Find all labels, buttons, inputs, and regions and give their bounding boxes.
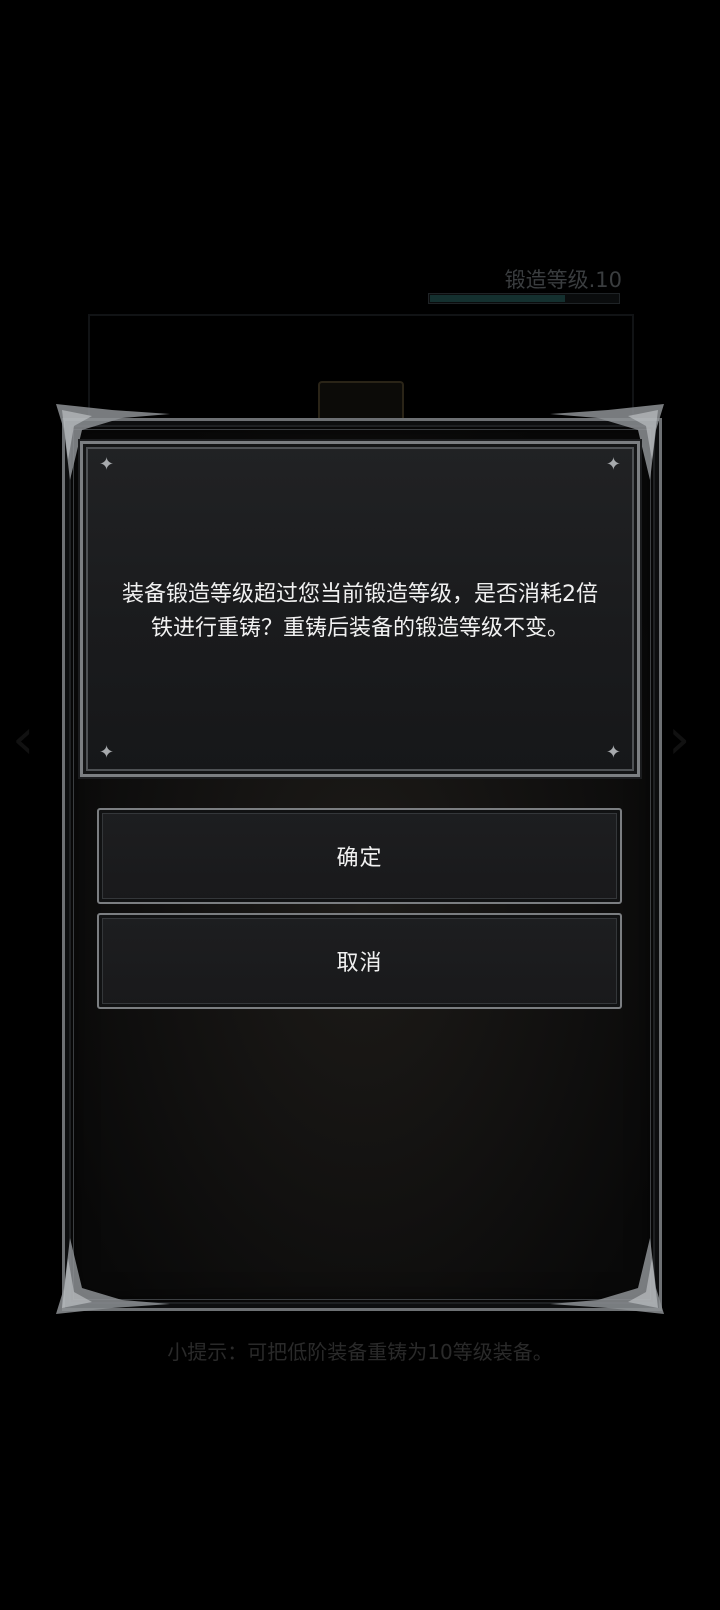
forge-level-progress-fill — [430, 295, 565, 302]
chevron-right-icon: › — [668, 707, 691, 772]
cancel-button[interactable]: 取消 — [97, 913, 622, 1009]
sparkle-icon: ✦ — [605, 742, 621, 763]
forge-level-label: 锻造等级.10 — [504, 268, 622, 292]
chevron-left-icon: ‹ — [12, 707, 35, 772]
sparkle-icon: ✦ — [99, 742, 115, 763]
frame-ornament-bottom-left-icon — [56, 1238, 170, 1314]
confirm-button-label: 确定 — [336, 846, 383, 871]
message-box: ✦ ✦ ✦ ✦ 装备锻造等级超过您当前锻造等级，是否消耗2倍铁进行重铸？重铸后装… — [80, 441, 640, 777]
cancel-button-label: 取消 — [336, 951, 383, 976]
confirm-button[interactable]: 确定 — [97, 808, 622, 904]
sparkle-icon: ✦ — [605, 454, 621, 475]
dialog-message: 装备锻造等级超过您当前锻造等级，是否消耗2倍铁进行重铸？重铸后装备的锻造等级不变… — [122, 582, 598, 641]
tip-text: 小提示：可把低阶装备重铸为10等级装备。 — [167, 1340, 553, 1364]
frame-ornament-bottom-right-icon — [550, 1238, 664, 1314]
screen: 锻造等级.10 ‹ › 小提示：可把低阶装备重铸为10等级装备。 ✦ ✦ ✦ ✦… — [0, 0, 720, 1610]
forge-level-progress-bar — [428, 293, 620, 304]
sparkle-icon: ✦ — [99, 454, 115, 475]
